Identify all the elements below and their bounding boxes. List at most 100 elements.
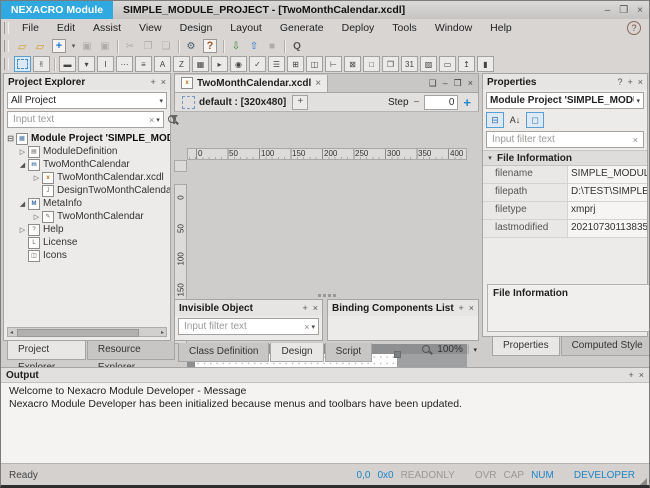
- quickview-icon[interactable]: Q: [289, 39, 305, 54]
- add-frame-button[interactable]: +: [292, 95, 308, 110]
- property-row-filetype[interactable]: filetype xmprj: [483, 202, 647, 220]
- stop-icon[interactable]: ■: [264, 39, 280, 54]
- doc-restore-icon[interactable]: ❐: [454, 78, 462, 89]
- tab-properties[interactable]: Properties: [492, 337, 560, 356]
- box-view-icon[interactable]: ◻: [526, 112, 544, 128]
- toolbar-grip[interactable]: [4, 58, 9, 70]
- resize-grip[interactable]: [640, 478, 647, 485]
- chevron-down-icon[interactable]: ▾: [311, 323, 315, 331]
- open-file-icon[interactable]: ▱: [32, 39, 48, 54]
- tree-item-xcdl-file[interactable]: ▷ x TwoMonthCalendar.xcdl: [6, 171, 170, 184]
- scroll-left-icon[interactable]: ◂: [10, 329, 13, 337]
- tab-close-icon[interactable]: ×: [315, 78, 321, 89]
- frame-select-icon[interactable]: [182, 96, 195, 109]
- component-listbox-icon[interactable]: ☰: [268, 56, 285, 72]
- hand-tool-icon[interactable]: ✌: [33, 56, 50, 72]
- pin-icon[interactable]: +: [302, 303, 307, 313]
- component-div-icon[interactable]: □: [363, 56, 380, 72]
- close-icon[interactable]: ×: [639, 370, 644, 380]
- pin-icon[interactable]: +: [150, 77, 155, 87]
- select-tool-icon[interactable]: [14, 56, 31, 72]
- menu-assist[interactable]: Assist: [84, 20, 130, 37]
- expander-icon[interactable]: ▷: [32, 174, 41, 182]
- generate-module-icon[interactable]: ⇩: [228, 39, 244, 54]
- pin-icon[interactable]: +: [458, 303, 463, 313]
- component-tab-icon[interactable]: ◫: [306, 56, 323, 72]
- step-plus-button[interactable]: +: [463, 95, 471, 110]
- component-tree-icon[interactable]: ⊢: [325, 56, 342, 72]
- paste-icon[interactable]: ❏: [158, 39, 174, 54]
- close-icon[interactable]: ×: [469, 303, 474, 313]
- search-input[interactable]: [11, 113, 147, 126]
- tab-project-explorer[interactable]: Project Explorer: [7, 341, 86, 360]
- project-search-field[interactable]: × ▾: [7, 111, 164, 128]
- component-menu-icon[interactable]: ▸: [211, 56, 228, 72]
- close-icon[interactable]: ×: [313, 303, 318, 313]
- tab-resource-explorer[interactable]: Resource Explorer: [87, 341, 175, 360]
- component-calendar-icon[interactable]: 31: [401, 56, 418, 72]
- filter-input[interactable]: [490, 133, 631, 146]
- splitter-handle[interactable]: [174, 291, 479, 299]
- window-list-icon[interactable]: ❏: [429, 78, 437, 89]
- step-minus-button[interactable]: −: [414, 97, 420, 108]
- filter-input[interactable]: [182, 320, 302, 333]
- status-perspective-developer[interactable]: DEVELOPER: [574, 470, 635, 481]
- component-text-icon[interactable]: Z: [173, 56, 190, 72]
- tree-item-twomonthcalendar[interactable]: ◢ m TwoMonthCalendar: [6, 158, 170, 171]
- property-row-filepath[interactable]: filepath D:\TEST\SIMPLE_MODULE_PROJECT: [483, 184, 647, 202]
- component-static-icon[interactable]: A: [154, 56, 171, 72]
- clear-icon[interactable]: ×: [633, 135, 638, 145]
- help-doc-icon[interactable]: ?: [203, 39, 217, 53]
- zoom-level[interactable]: 100%: [437, 344, 463, 355]
- menu-file[interactable]: File: [13, 20, 48, 37]
- tree-item-metainfo-component[interactable]: ▷ ✎ TwoMonthCalendar: [6, 210, 170, 223]
- tree-item-icons[interactable]: ◫ Icons: [6, 249, 170, 262]
- deploy-module-icon[interactable]: ⇧: [246, 39, 262, 54]
- property-row-filename[interactable]: filename SIMPLE_MODULE_PROJECT: [483, 166, 647, 184]
- copy-icon[interactable]: ❐: [140, 39, 156, 54]
- new-item-icon[interactable]: +: [52, 39, 66, 53]
- menu-edit[interactable]: Edit: [48, 20, 84, 37]
- expander-icon[interactable]: ◢: [18, 161, 27, 169]
- expander-icon[interactable]: ⊟: [6, 134, 15, 143]
- pin-icon[interactable]: +: [627, 77, 632, 87]
- scroll-right-icon[interactable]: ▸: [161, 329, 164, 337]
- properties-target-combobox[interactable]: Module Project 'SIMPLE_MODULE_PROJECT' ▾: [486, 92, 644, 109]
- tree-item-license[interactable]: L License: [6, 236, 170, 249]
- toolbar-grip[interactable]: [4, 22, 9, 34]
- document-tab[interactable]: x TwoMonthCalendar.xcdl ×: [175, 75, 328, 92]
- alphabetical-sort-icon[interactable]: A↓: [506, 112, 524, 128]
- component-progressbar-icon[interactable]: ▭: [439, 56, 456, 72]
- component-button-icon[interactable]: ▬: [59, 56, 76, 72]
- component-checkbox-icon[interactable]: ✓: [249, 56, 266, 72]
- component-bindgrid-icon[interactable]: ⊠: [344, 56, 361, 72]
- tab-class-definition[interactable]: Class Definition: [178, 343, 269, 362]
- expander-icon[interactable]: ◢: [18, 200, 27, 208]
- help-icon[interactable]: ?: [617, 77, 622, 87]
- expander-icon[interactable]: ▷: [18, 148, 27, 156]
- menu-window[interactable]: Window: [426, 20, 481, 37]
- categorized-view-icon[interactable]: ⊟: [486, 112, 504, 128]
- tab-script[interactable]: Script: [325, 343, 373, 362]
- tree-item-help[interactable]: ▷ ? Help: [6, 223, 170, 236]
- component-edit-icon[interactable]: I: [97, 56, 114, 72]
- menu-deploy[interactable]: Deploy: [333, 20, 384, 37]
- expander-icon[interactable]: ▷: [32, 213, 41, 221]
- component-image-icon[interactable]: ▨: [420, 56, 437, 72]
- component-maskedit-icon[interactable]: ⋯: [116, 56, 133, 72]
- menu-help[interactable]: Help: [481, 20, 521, 37]
- doc-close-icon[interactable]: ×: [468, 78, 473, 89]
- component-popupdiv-icon[interactable]: ❐: [382, 56, 399, 72]
- close-icon[interactable]: ×: [638, 77, 643, 87]
- open-project-icon[interactable]: ▱: [14, 39, 30, 54]
- settings-gear-icon[interactable]: ⚙: [183, 39, 199, 54]
- tree-item-metainfo[interactable]: ◢ M MetaInfo: [6, 197, 170, 210]
- invisible-object-filter-field[interactable]: × ▾: [178, 318, 319, 335]
- step-value-input[interactable]: [424, 95, 458, 110]
- component-combo-icon[interactable]: ▾: [78, 56, 95, 72]
- component-fileupload-icon[interactable]: ↥: [458, 56, 475, 72]
- properties-filter-field[interactable]: ×: [486, 131, 644, 148]
- save-all-icon[interactable]: ▣: [97, 39, 113, 54]
- minimize-button[interactable]: –: [605, 5, 611, 16]
- component-grid-icon[interactable]: ⊞: [287, 56, 304, 72]
